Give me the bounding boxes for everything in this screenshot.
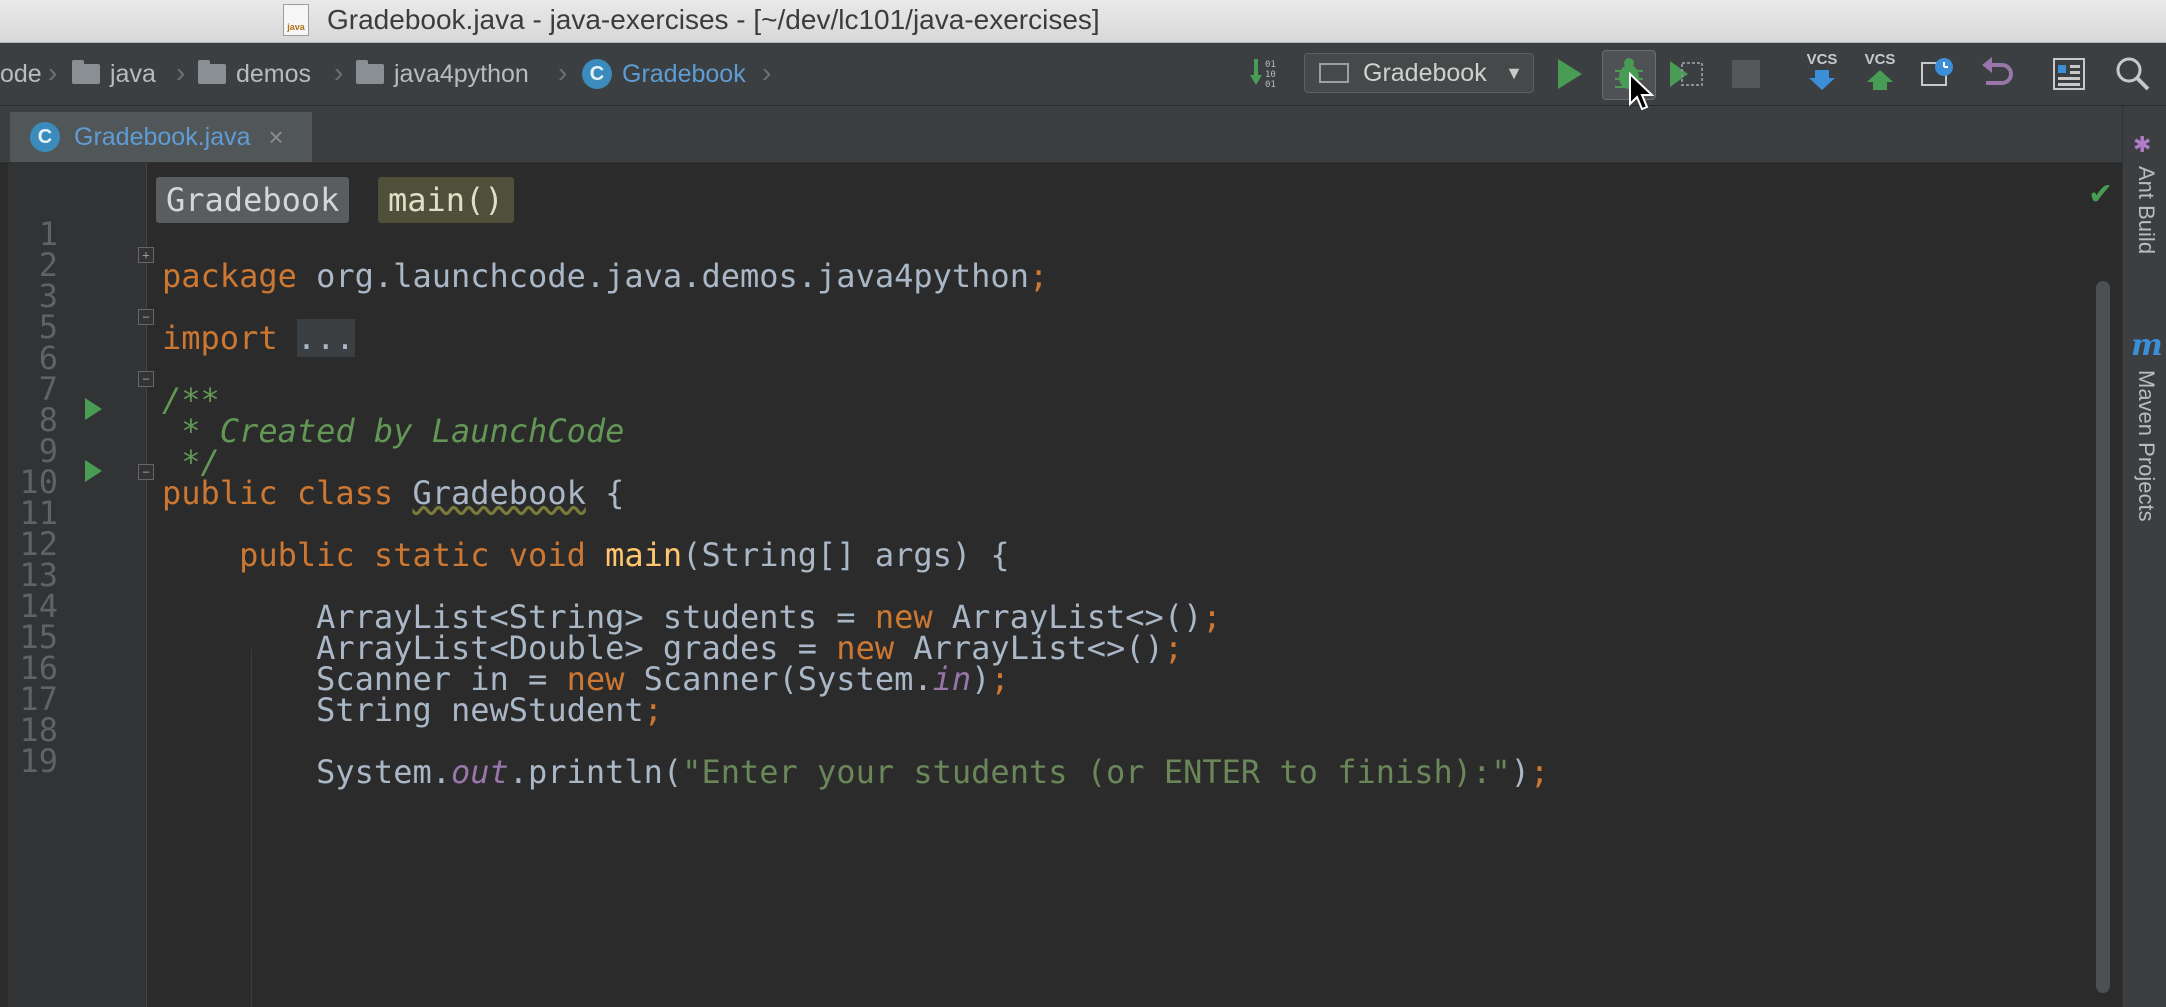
chevron-right-icon: › — [558, 57, 568, 88]
run-icon[interactable] — [1554, 57, 1584, 96]
stop-icon[interactable] — [1732, 60, 1760, 88]
tab-label: Gradebook.java — [74, 122, 251, 151]
tool-window-ant-build[interactable]: Ant Build — [2133, 166, 2159, 254]
run-class-gutter-icon[interactable] — [85, 398, 102, 420]
folder-icon — [198, 60, 226, 84]
chevron-right-icon: › — [762, 57, 772, 88]
revert-icon[interactable] — [1980, 57, 2014, 94]
fold-collapse-icon[interactable]: − — [138, 464, 154, 480]
svg-text:01: 01 — [1265, 60, 1276, 70]
breadcrumb-java[interactable]: java — [72, 57, 156, 91]
breadcrumb-label: demos — [236, 59, 312, 88]
class-icon: C — [30, 122, 60, 152]
vcs-commit-label: VCS — [1864, 51, 1896, 68]
java-file-icon: java — [283, 4, 309, 36]
search-icon[interactable] — [2114, 55, 2152, 98]
navigation-toolbar: ode › java › demos › java4python › C Gra… — [0, 43, 2166, 106]
breadcrumb-gradebook[interactable]: C Gradebook — [582, 57, 746, 91]
breadcrumb-demos[interactable]: demos — [198, 57, 311, 91]
code-text: System.out.println("Enter your students … — [162, 753, 1550, 791]
run-main-gutter-icon[interactable] — [85, 460, 102, 482]
mouse-pointer-icon — [1628, 71, 1655, 117]
run-with-coverage-icon[interactable] — [1668, 57, 1704, 96]
vcs-commit-icon[interactable]: VCS — [1860, 51, 1900, 97]
fold-collapse-icon[interactable]: − — [138, 309, 154, 325]
application-icon — [1319, 63, 1349, 83]
vcs-update-label: VCS — [1806, 51, 1838, 68]
chevron-right-icon: › — [334, 57, 344, 88]
breadcrumb-label: Gradebook — [622, 59, 746, 88]
run-configuration-select[interactable]: Gradebook ▼ — [1304, 53, 1534, 93]
breadcrumb-label: java4python — [394, 59, 529, 88]
code-editor[interactable]: Gradebook main() ✔ 1 package org.launchc… — [0, 163, 2122, 1007]
chevron-down-icon: ▼ — [1505, 62, 1523, 83]
svg-text:10: 10 — [1265, 70, 1276, 80]
svg-text:01: 01 — [1265, 80, 1276, 90]
fold-expand-icon[interactable]: + — [138, 247, 154, 263]
folder-icon — [72, 60, 100, 84]
window-title: Gradebook.java - java-exercises - [~/dev… — [327, 4, 1100, 35]
right-tool-window-stripe: ✱ Ant Build m Maven Projects — [2122, 106, 2166, 1007]
class-icon: C — [582, 59, 612, 89]
project-structure-icon[interactable] — [2052, 57, 2086, 96]
tool-window-maven-projects[interactable]: Maven Projects — [2133, 370, 2159, 522]
vcs-update-icon[interactable]: VCS — [1802, 51, 1842, 97]
chevron-right-icon: › — [176, 57, 186, 88]
fold-collapse-icon[interactable]: − — [138, 371, 154, 387]
window-title-bar: java Gradebook.java - java-exercises - [… — [0, 0, 2166, 43]
build-project-icon[interactable]: 01 10 01 — [1250, 57, 1286, 96]
line-number: 19 — [19, 742, 58, 780]
vcs-history-icon[interactable] — [1920, 55, 1956, 96]
chevron-right-icon: › — [48, 57, 58, 88]
breadcrumb-label: ode — [0, 59, 42, 88]
breadcrumb-label: java — [110, 59, 156, 88]
run-configuration-label: Gradebook — [1363, 58, 1487, 87]
breadcrumb-project[interactable]: ode — [0, 57, 42, 91]
ant-icon: ✱ — [2133, 132, 2152, 157]
code-line: 19 — [0, 698, 2100, 780]
close-icon[interactable]: × — [269, 122, 284, 153]
tab-gradebook-java[interactable]: C Gradebook.java × — [10, 112, 312, 162]
maven-icon: m — [2131, 328, 2163, 363]
editor-tab-bar: C Gradebook.java × — [0, 106, 2122, 163]
folder-icon — [356, 60, 384, 84]
breadcrumb-java4python[interactable]: java4python — [356, 57, 529, 91]
